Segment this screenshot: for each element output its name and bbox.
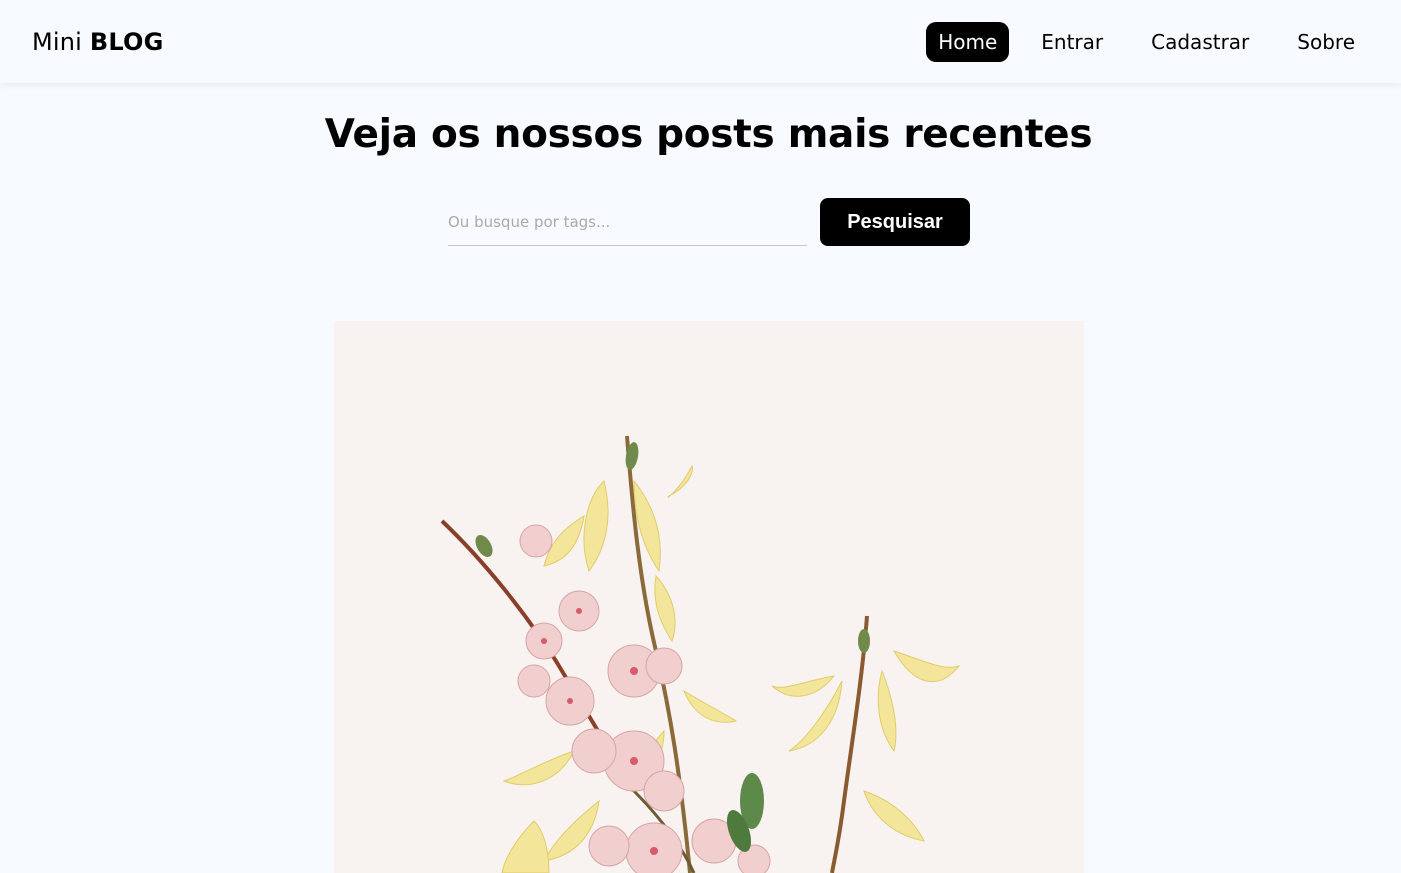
post-image <box>334 321 1084 873</box>
brand-bold-text: BLOG <box>89 27 164 56</box>
brand-regular-text: Mini <box>32 27 83 56</box>
nav-link-sobre[interactable]: Sobre <box>1285 22 1367 62</box>
nav-link-cadastrar[interactable]: Cadastrar <box>1139 22 1261 62</box>
navbar: Mini BLOG Home Entrar Cadastrar Sobre <box>0 0 1401 83</box>
search-input[interactable] <box>448 198 807 246</box>
search-form: Pesquisar <box>448 198 970 246</box>
nav-links: Home Entrar Cadastrar Sobre <box>926 21 1367 62</box>
brand-logo[interactable]: Mini BLOG <box>32 28 164 56</box>
nav-link-entrar[interactable]: Entrar <box>1029 22 1115 62</box>
page-title: Veja os nossos posts mais recentes <box>324 112 1093 157</box>
botanical-illustration <box>334 321 1084 873</box>
search-button[interactable]: Pesquisar <box>820 198 970 246</box>
nav-link-home[interactable]: Home <box>926 21 1010 62</box>
